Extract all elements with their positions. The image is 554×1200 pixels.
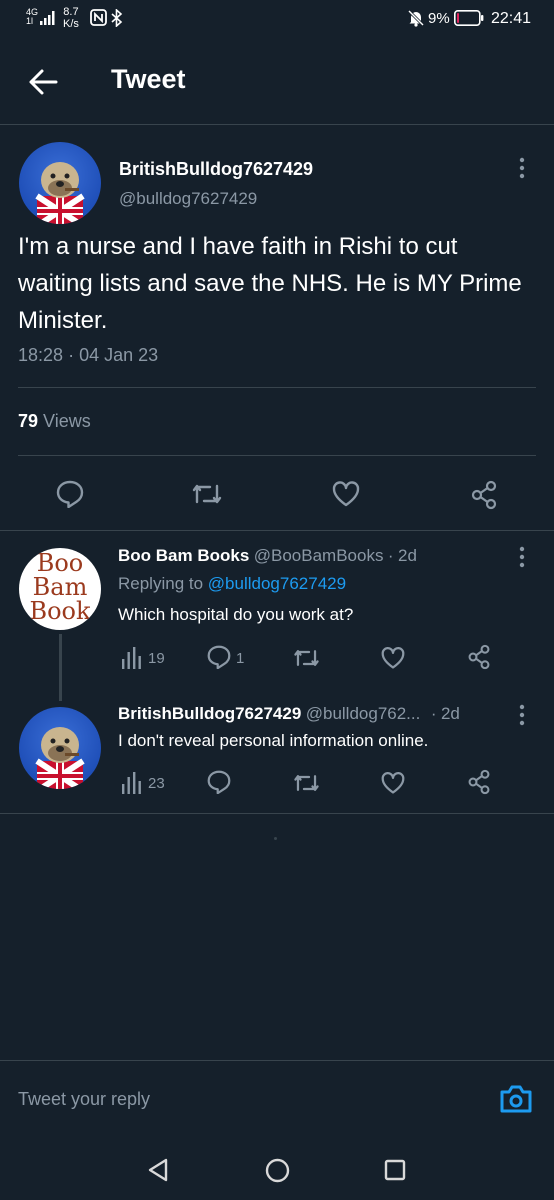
- battery-fill: [457, 13, 459, 23]
- network-sub-label: 1l: [26, 16, 34, 26]
- reply-icon[interactable]: [55, 480, 85, 508]
- reply-author-name[interactable]: BritishBulldog7627429: [118, 704, 301, 723]
- reply-comment-icon[interactable]: [206, 770, 232, 794]
- boo-bam-logo: Boo Bam Book: [19, 551, 101, 623]
- reply-retweet-icon[interactable]: [292, 646, 321, 670]
- bulldog-avatar-icon: [35, 162, 85, 224]
- reply-more-options-icon[interactable]: [518, 703, 526, 727]
- reply-text: Which hospital do you work at?: [118, 605, 354, 624]
- network-type: 4G 1l: [26, 8, 38, 26]
- tweet-time: 18:28: [18, 345, 64, 365]
- bluetooth-icon: [111, 9, 123, 27]
- speed-value: 8.7: [63, 6, 79, 18]
- like-icon[interactable]: [331, 480, 361, 508]
- header-divider: [0, 124, 554, 125]
- views-label: Views: [43, 411, 91, 431]
- views-row[interactable]: 79 Views: [18, 411, 91, 432]
- replying-to: Replying to @bulldog7627429: [118, 574, 346, 594]
- network-speed: 8.7 K/s: [63, 6, 79, 30]
- reply-author-handle[interactable]: @bulldog762...: [306, 704, 421, 723]
- timestamp-separator: ·: [68, 345, 75, 365]
- logo-line-2: Bam: [32, 573, 88, 601]
- logo-line-1: Boo: [36, 549, 84, 577]
- views-divider: [18, 455, 536, 456]
- timestamp-divider: [18, 387, 536, 388]
- author-avatar[interactable]: [19, 142, 101, 224]
- reply-age: 2d: [440, 704, 460, 723]
- reply-age: 2d: [398, 546, 417, 565]
- page-title: Tweet: [111, 64, 186, 94]
- signal-icon: [40, 11, 56, 25]
- camera-icon[interactable]: [499, 1083, 533, 1115]
- loading-dot: [274, 837, 277, 840]
- status-time: 22:41: [491, 10, 532, 27]
- reply-like-icon[interactable]: [380, 771, 406, 795]
- views-bar-icon[interactable]: [121, 772, 141, 794]
- logo-line-3: Book: [29, 597, 91, 625]
- reply-author-handle[interactable]: @BooBamBooks: [254, 546, 384, 565]
- replying-to-prefix: Replying to: [118, 574, 204, 593]
- views-count: 79: [18, 411, 39, 431]
- tweet-text: I'm a nurse and I have faith in Rishi to…: [18, 233, 522, 334]
- retweet-icon[interactable]: [190, 480, 224, 508]
- reply-views-count: 23: [148, 775, 165, 792]
- reply-comments-count: 1: [236, 650, 245, 667]
- reply-header: Boo Bam Books @BooBamBooks · 2d: [118, 546, 417, 566]
- composer-divider: [0, 1060, 554, 1061]
- reply-header: BritishBulldog7627429 @bulldog762... · 2…: [118, 704, 460, 724]
- reply-avatar[interactable]: [19, 707, 101, 789]
- reply-input[interactable]: Tweet your reply: [18, 1089, 150, 1110]
- thread-line: [59, 634, 62, 701]
- battery-percent: 9%: [428, 10, 450, 27]
- back-arrow-icon[interactable]: [28, 68, 58, 96]
- reply-more-options-icon[interactable]: [518, 545, 526, 569]
- reply-like-icon[interactable]: [380, 646, 406, 670]
- bulldog-avatar-icon: [35, 727, 85, 789]
- home-circle-icon[interactable]: [265, 1158, 290, 1183]
- reply-retweet-icon[interactable]: [292, 771, 321, 795]
- reply-comment-icon[interactable]: [206, 645, 232, 669]
- reply-share-icon[interactable]: [467, 644, 491, 670]
- replying-to-handle[interactable]: @bulldog7627429: [208, 574, 346, 593]
- speed-unit: K/s: [63, 18, 79, 30]
- recents-square-icon[interactable]: [384, 1159, 406, 1181]
- more-options-icon[interactable]: [518, 156, 526, 180]
- reply-views-count: 19: [148, 650, 165, 667]
- reply-separator: ·: [430, 704, 437, 723]
- system-nav-bar: [0, 1132, 554, 1200]
- replies-divider: [0, 813, 554, 814]
- actions-divider: [0, 530, 554, 531]
- reply-avatar[interactable]: Boo Bam Book: [19, 548, 101, 630]
- tweet-date: 04 Jan 23: [79, 345, 159, 365]
- mute-bell-icon: [407, 9, 425, 27]
- share-icon[interactable]: [470, 480, 498, 510]
- status-bar: 4G 1l 8.7 K/s 9% 22:41: [0, 0, 554, 40]
- author-handle[interactable]: @bulldog7627429: [119, 189, 257, 209]
- reply-author-name[interactable]: Boo Bam Books: [118, 546, 249, 565]
- back-triangle-icon[interactable]: [147, 1158, 169, 1182]
- reply-share-icon[interactable]: [467, 769, 491, 795]
- nfc-icon: [90, 9, 107, 26]
- author-name[interactable]: BritishBulldog7627429: [119, 159, 313, 180]
- reply-text: I don't reveal personal information onli…: [118, 731, 429, 750]
- reply-separator: ·: [387, 546, 394, 565]
- views-bar-icon[interactable]: [121, 647, 141, 669]
- battery-icon: [454, 10, 484, 26]
- tweet-timestamp: 18:28 · 04 Jan 23: [18, 345, 158, 366]
